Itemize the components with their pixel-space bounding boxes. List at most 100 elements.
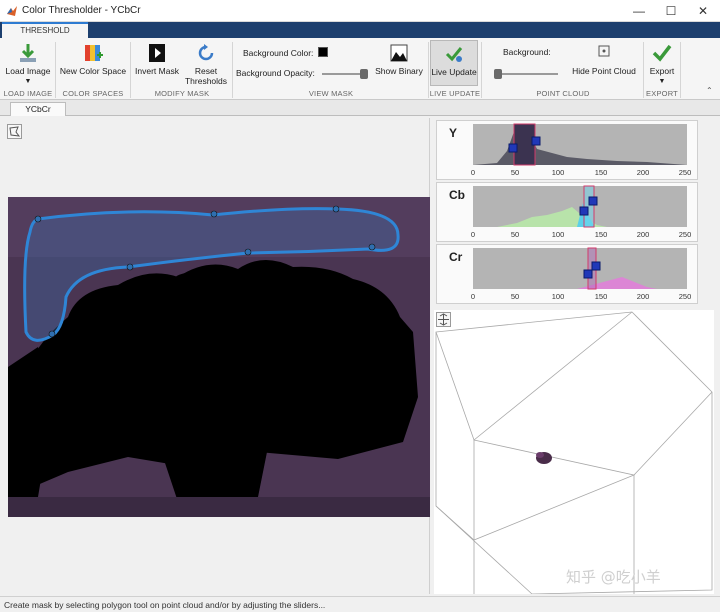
tick-label: 250 [679,168,692,177]
point-cloud-cube [435,311,713,600]
histogram-y-plot[interactable]: 0 50 100 150 200 250 [437,121,699,181]
tick-label: 0 [471,230,475,239]
tick-label: 50 [511,230,519,239]
section-label-point-cloud: POINT CLOUD [536,89,590,98]
close-button[interactable]: ✕ [688,0,718,22]
tick-label: 150 [595,230,608,239]
reset-icon [198,44,214,61]
tick-label: 200 [637,292,650,301]
tab-threshold[interactable]: THRESHOLD [2,22,88,38]
histogram-cr[interactable]: Cr 0 50 100 150 200 250 [436,244,698,304]
tick-label: 100 [552,292,565,301]
masked-image[interactable] [8,197,430,517]
ribbon-tab-strip [0,22,720,38]
tick-label: 200 [637,230,650,239]
range-handle-low[interactable] [508,143,518,153]
maximize-button[interactable]: ☐ [656,0,686,22]
tick-label: 0 [471,292,475,301]
load-image-icon [20,44,36,62]
range-handle-low[interactable] [583,269,593,279]
rotate-3d-tool-icon[interactable] [436,312,451,327]
status-bar: Create mask by selecting polygon tool on… [0,596,720,612]
live-update-button[interactable]: Live Update [430,40,478,86]
reset-thresholds-button[interactable]: Reset Thresholds [183,42,229,86]
section-label-live-update: LIVE UPDATE [429,89,481,98]
new-color-space-button[interactable]: New Color Space [58,42,128,76]
chevron-down-icon: ▼ [658,78,666,85]
tick-label: 150 [595,292,608,301]
section-label-load-image: LOAD IMAGE [3,89,53,98]
axis-ticks: 0 50 100 150 200 250 [471,292,691,301]
hide-point-cloud-button[interactable]: Hide Point Cloud [568,42,640,76]
point-cloud-background-slider[interactable] [494,69,558,79]
tick-label: 100 [552,168,565,177]
histogram-y[interactable]: Y 0 50 100 150 200 250 [436,120,698,180]
point-cloud-cluster [536,452,552,464]
tick-label: 0 [471,168,475,177]
new-color-space-label: New Color Space [59,66,127,76]
range-handle-high[interactable] [591,261,601,271]
invert-mask-label: Invert Mask [135,66,179,76]
point-cloud-icon [598,45,610,57]
tick-label: 200 [637,168,650,177]
point-cloud-background-label: Background: [503,47,551,57]
chevron-down-icon: ▼ [24,78,32,85]
background-color-swatch[interactable] [318,47,328,57]
toolstrip: Load Image ▼ New Color Space Invert Mask… [0,38,720,100]
background-opacity-label: Background Opacity: [236,68,315,78]
range-handle-low[interactable] [579,206,589,216]
show-binary-button[interactable]: Show Binary [374,42,424,76]
histogram-cb-plot[interactable]: 0 50 100 150 200 250 [437,183,699,243]
window-title: Color Thresholder - YCbCr [22,5,141,16]
matlab-logo-icon [7,6,17,16]
divider [55,42,56,98]
background-color-label: Background Color: [243,48,314,58]
tick-label: 100 [552,230,565,239]
point-cloud-view[interactable] [434,310,714,600]
load-image-button[interactable]: Load Image ▼ [4,42,52,85]
swatch-fill [319,48,327,56]
invert-mask-icon [149,44,165,62]
title-bar: Color Thresholder - YCbCr — ☐ ✕ [0,0,720,22]
range-handle-high[interactable] [588,196,598,206]
show-binary-label: Show Binary [375,66,423,76]
divider [680,42,681,98]
live-update-label: Live Update [431,67,477,77]
polygon-tool-icon[interactable] [7,124,22,139]
load-image-label: Load Image [5,66,51,76]
collapse-ribbon-icon[interactable]: ⌃ [706,86,713,95]
watermark-text: 知乎 @吃小羊 [566,568,661,586]
export-button[interactable]: Export ▼ [646,42,678,85]
export-check-icon [652,44,672,62]
divider [130,42,131,98]
axis-ticks: 0 50 100 150 200 250 [471,230,691,239]
slider-thumb[interactable] [494,69,502,79]
tick-label: 250 [679,292,692,301]
tick-label: 50 [511,168,519,177]
histogram-cb[interactable]: Cb 0 50 100 150 200 250 [436,182,698,242]
invert-mask-button[interactable]: Invert Mask [133,42,181,76]
minimize-button[interactable]: — [624,0,654,22]
tick-label: 50 [511,292,519,301]
tick-label: 250 [679,230,692,239]
section-label-export: EXPORT [646,89,678,98]
histogram-cr-plot[interactable]: 0 50 100 150 200 250 [437,245,699,305]
slider-thumb[interactable] [360,69,368,79]
section-label-modify-mask: MODIFY MASK [154,89,210,98]
reset-thresholds-label-line1: Reset [194,66,218,76]
background-opacity-slider[interactable] [322,69,368,79]
binary-image-icon [390,44,408,62]
section-label-color-spaces: COLOR SPACES [62,89,124,98]
reset-thresholds-label-line2: Thresholds [184,76,228,86]
color-space-icon [85,45,103,61]
tab-ycbcr[interactable]: YCbCr [10,102,66,116]
range-handle-high[interactable] [531,136,541,146]
status-message: Create mask by selecting polygon tool on… [4,600,326,610]
divider [232,42,233,98]
axis-ticks: 0 50 100 150 200 250 [471,168,691,177]
hide-point-cloud-label: Hide Point Cloud [572,66,636,76]
tick-label: 150 [595,168,608,177]
checkmark-icon [445,47,463,62]
export-label: Export [649,66,675,76]
document-tab-bar [0,100,720,116]
